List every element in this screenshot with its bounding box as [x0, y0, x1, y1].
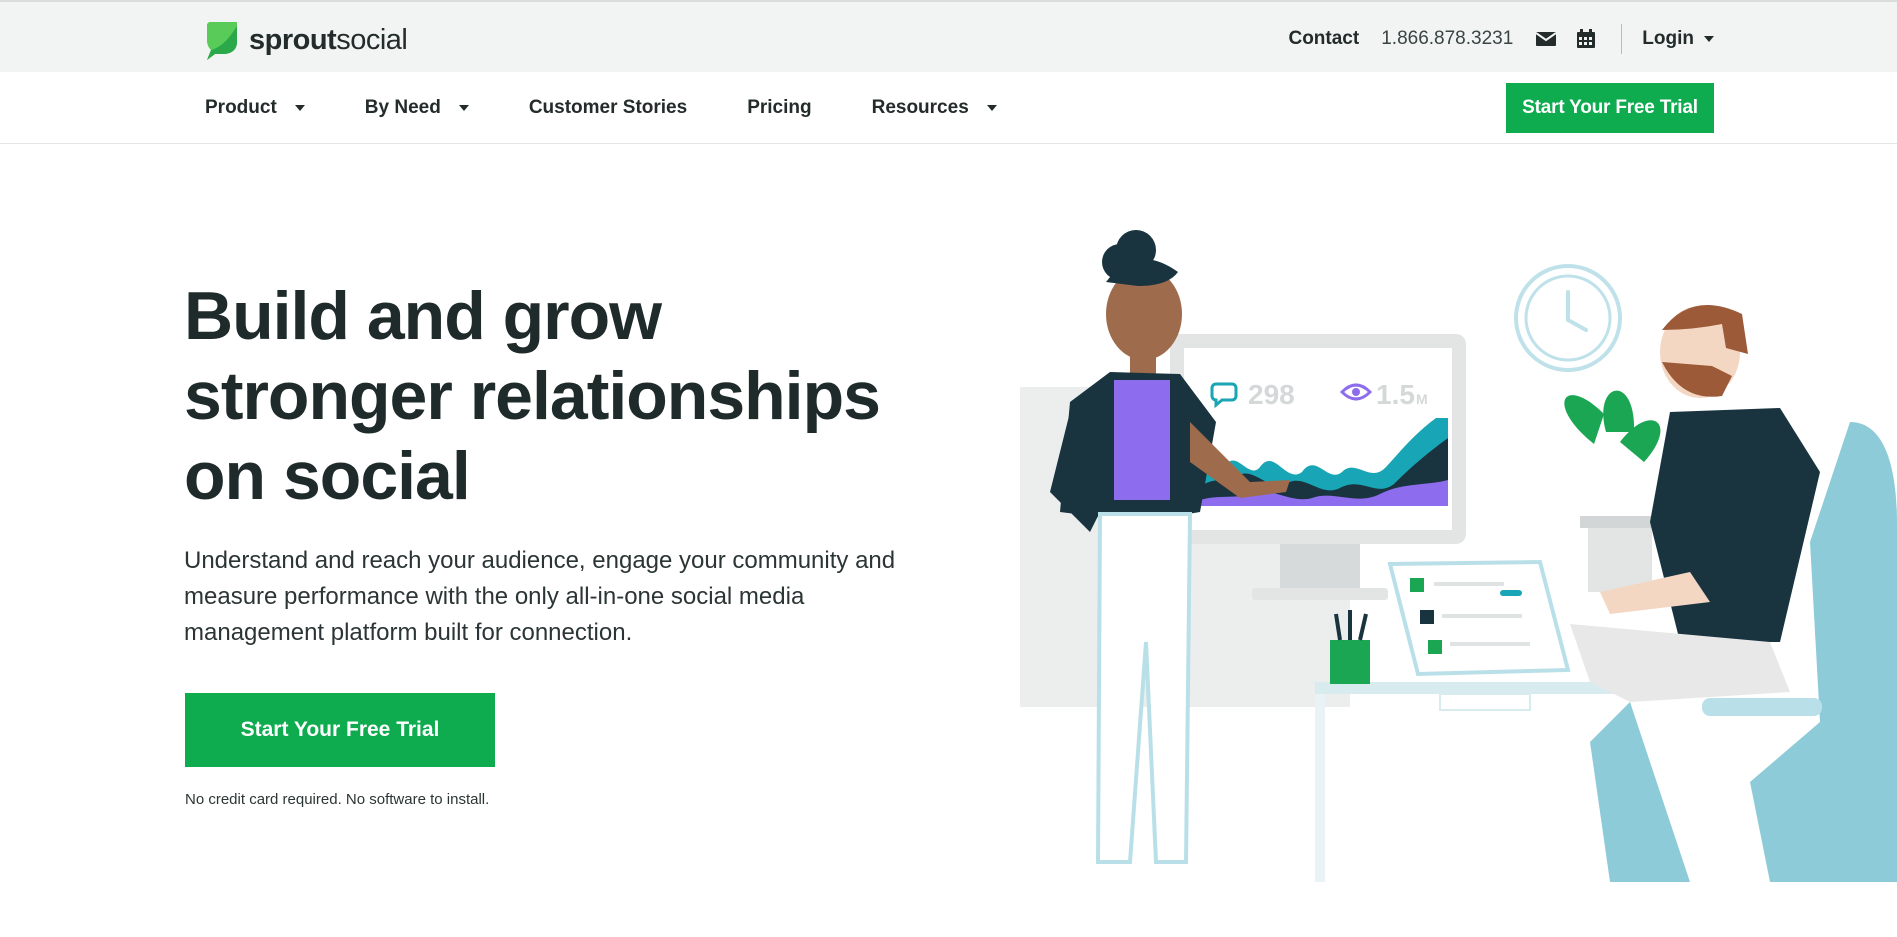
hero-subtitle: Understand and reach your audience, enga…	[184, 547, 896, 646]
nav-item-pricing[interactable]: Pricing	[747, 97, 811, 119]
phone-link[interactable]: 1.866.878.3231	[1381, 28, 1513, 50]
nav-item-label: Resources	[871, 97, 969, 118]
calendar-icon[interactable]	[1575, 29, 1597, 49]
chevron-down-icon	[294, 105, 305, 111]
stat-views: 1.5	[1376, 379, 1415, 410]
chevron-down-icon[interactable]	[1704, 36, 1714, 42]
nav-item-label: By Need	[364, 97, 441, 118]
stat-views-unit: M	[1416, 391, 1428, 407]
nav-item-resources[interactable]: Resources	[872, 97, 997, 119]
chevron-down-icon	[986, 105, 997, 111]
utility-divider	[1621, 24, 1623, 54]
sprout-leaf-icon	[207, 22, 237, 60]
main-nav: Product By Need Customer Stories Pricing…	[0, 72, 1897, 144]
clock-icon	[1514, 264, 1622, 372]
contact-link[interactable]: Contact	[1288, 28, 1359, 50]
login-link[interactable]: Login	[1642, 28, 1694, 50]
pen-cup	[1330, 610, 1370, 684]
nav-item-product[interactable]: Product	[205, 97, 305, 119]
nav-item-label: Product	[205, 97, 277, 118]
hero-free-trial-button[interactable]: Start Your Free Trial	[185, 693, 495, 767]
nav-item-label: Customer Stories	[528, 97, 688, 118]
hero-title: Build and grow stronger relationships on…	[184, 278, 881, 514]
utility-bar: sproutsocial Contact 1.866.878.3231 Logi…	[0, 0, 1897, 72]
logo-wordmark: sproutsocial	[249, 23, 408, 56]
nav-item-customer-stories[interactable]: Customer Stories	[529, 97, 687, 119]
chevron-down-icon	[458, 105, 469, 111]
hero-note: No credit card required. No software to …	[185, 791, 490, 808]
nav-item-label: Pricing	[747, 97, 812, 118]
nav-item-by-need[interactable]: By Need	[365, 97, 469, 119]
plant	[1564, 390, 1661, 592]
hero-illustration: 298 1.5 M	[1020, 230, 1897, 882]
laptop	[1387, 559, 1571, 677]
sprout-social-logo[interactable]: sproutsocial	[205, 20, 408, 60]
envelope-icon[interactable]	[1535, 29, 1557, 49]
utility-links: Contact 1.866.878.3231 Login	[1288, 22, 1714, 56]
nav-free-trial-button[interactable]: Start Your Free Trial	[1506, 83, 1714, 133]
stat-comments: 298	[1248, 379, 1295, 410]
